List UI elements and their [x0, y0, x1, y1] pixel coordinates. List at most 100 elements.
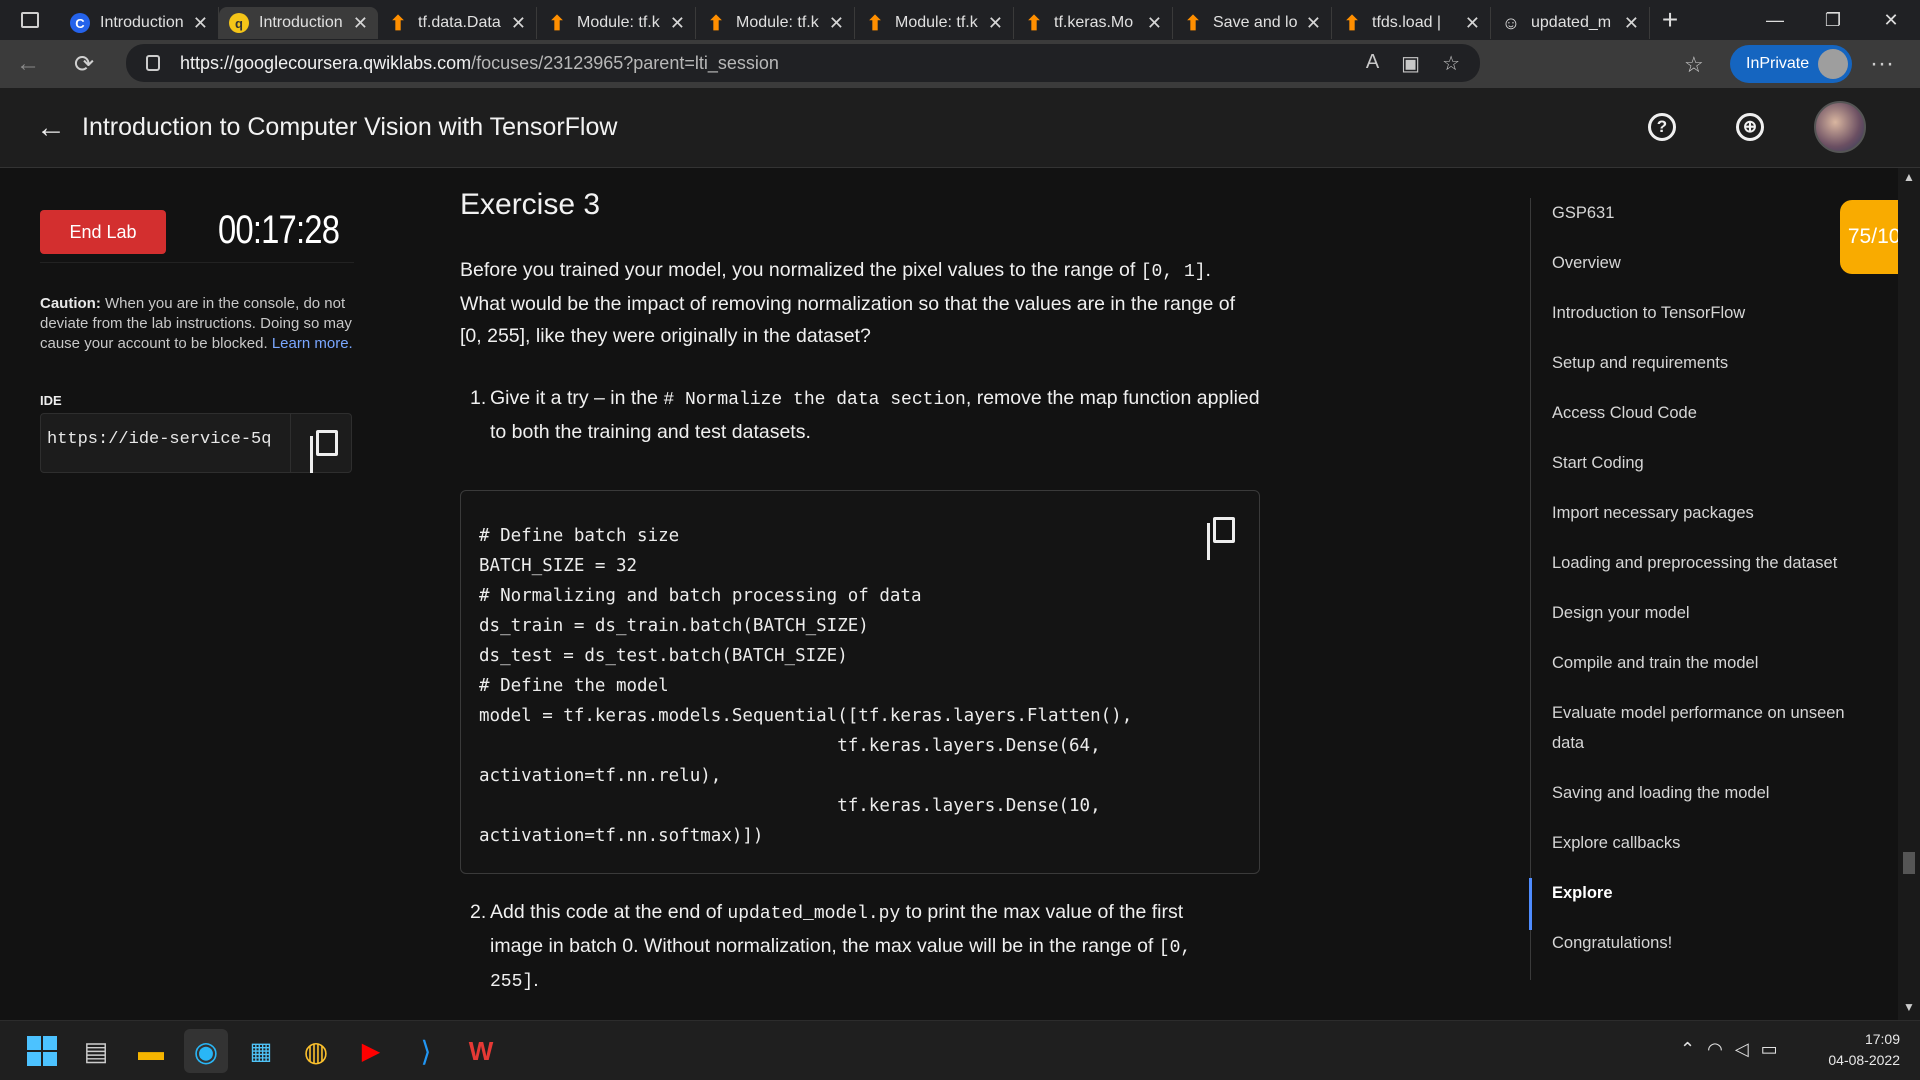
code-text[interactable]: # Define batch size BATCH_SIZE = 32 # No…: [479, 521, 1132, 851]
browser-tab[interactable]: ⬆ tfds.load | ✕: [1332, 7, 1491, 39]
clock[interactable]: 17:09 04-08-2022: [1810, 1029, 1900, 1071]
more-menu-icon[interactable]: ···: [1870, 50, 1894, 78]
close-tab-icon[interactable]: ✕: [670, 13, 685, 34]
page-scrollbar[interactable]: ▲ ▼: [1898, 168, 1920, 1020]
volume-icon[interactable]: ◁: [1735, 1039, 1749, 1060]
scrollbar-thumb[interactable]: [1903, 852, 1915, 874]
learn-more-link[interactable]: Learn more.: [272, 335, 353, 352]
close-tab-icon[interactable]: ✕: [988, 13, 1003, 34]
chevron-up-icon[interactable]: ⌃: [1680, 1039, 1695, 1060]
toc-item[interactable]: Loading and preprocessing the dataset: [1552, 548, 1862, 578]
refresh-icon[interactable]: ⟳: [56, 40, 112, 88]
toc-item[interactable]: Evaluate model performance on unseen dat…: [1552, 698, 1862, 758]
close-tab-icon[interactable]: ✕: [1624, 13, 1639, 34]
section-heading: Exercise 3: [460, 188, 601, 221]
toc-item[interactable]: Compile and train the model: [1552, 648, 1862, 678]
toc-item[interactable]: Access Cloud Code: [1552, 398, 1862, 428]
browser-tab[interactable]: ⬆ Save and lo ✕: [1173, 7, 1332, 39]
close-window-icon[interactable]: ✕: [1862, 0, 1920, 40]
inprivate-button[interactable]: InPrivate: [1730, 45, 1852, 83]
ide-url-field: https://ide-service-5q: [40, 413, 352, 473]
browser-tab[interactable]: C Introduction ✕: [60, 7, 219, 39]
browser-tab[interactable]: ☺ updated_m ✕: [1491, 7, 1650, 39]
browser-tab-active[interactable]: q Introduction ✕: [219, 7, 378, 39]
app-available-icon[interactable]: ▣: [1401, 51, 1420, 76]
tensorflow-icon: ⬆: [548, 12, 566, 35]
ide-label: IDE: [40, 393, 62, 408]
close-tab-icon[interactable]: ✕: [353, 13, 368, 34]
browser-tab[interactable]: ⬆ Module: tf.k ✕: [537, 7, 696, 39]
toc-item[interactable]: Design your model: [1552, 598, 1862, 628]
toc-item[interactable]: Introduction to TensorFlow: [1552, 298, 1862, 328]
toc-item[interactable]: Start Coding: [1552, 448, 1862, 478]
tensorflow-icon: ⬆: [866, 12, 884, 35]
store-icon[interactable]: ▦: [239, 1029, 283, 1073]
start-button[interactable]: [20, 1029, 64, 1073]
toc-item[interactable]: Explore callbacks: [1552, 828, 1862, 858]
edge-icon[interactable]: ◉: [184, 1029, 228, 1073]
close-tab-icon[interactable]: ✕: [1465, 13, 1480, 34]
favorites-icon[interactable]: ☆: [1684, 52, 1704, 78]
browser-tab[interactable]: ⬆ tf.keras.Mo ✕: [1014, 7, 1173, 39]
tab-label: Introduction: [259, 14, 343, 31]
battery-icon[interactable]: ▭: [1761, 1039, 1778, 1060]
copy-code-icon[interactable]: [1207, 517, 1235, 543]
tensorflow-icon: ⬆: [707, 12, 725, 35]
inprivate-label: InPrivate: [1746, 55, 1810, 72]
toc-item[interactable]: Saving and loading the model: [1552, 778, 1862, 808]
vscode-icon[interactable]: ⟩: [404, 1029, 448, 1073]
add-favorite-icon[interactable]: ☆: [1442, 51, 1460, 76]
windows-icon: [27, 1036, 57, 1066]
globe-icon[interactable]: ⊕: [1736, 113, 1764, 141]
browser-tab[interactable]: ⬆ Module: tf.k ✕: [696, 7, 855, 39]
table-of-contents: GSP631 Overview Introduction to TensorFl…: [1552, 198, 1862, 978]
url-field[interactable]: https://googlecoursera.qwiklabs.com/focu…: [126, 44, 1480, 82]
help-icon[interactable]: ?: [1648, 113, 1676, 141]
toc-item[interactable]: Import necessary packages: [1552, 498, 1862, 528]
toc-item-active[interactable]: Explore: [1552, 878, 1862, 908]
close-tab-icon[interactable]: ✕: [193, 13, 208, 34]
close-tab-icon[interactable]: ✕: [511, 13, 526, 34]
file-explorer-icon[interactable]: ▬: [129, 1029, 173, 1073]
taskbar: ▤ ▬ ◉ ▦ ◍ ▶ ⟩ W ⌃ ◠ ◁ ▭ 17:09 04-08-2022: [0, 1020, 1920, 1080]
minimize-icon[interactable]: —: [1746, 0, 1804, 40]
browser-tab[interactable]: ⬆ Module: tf.k ✕: [855, 7, 1014, 39]
tab-actions-icon[interactable]: [0, 0, 60, 40]
end-lab-button[interactable]: End Lab: [40, 210, 166, 254]
url-actions: A ▣ ☆: [1366, 51, 1460, 76]
qwiklabs-icon: q: [229, 13, 249, 33]
toc-item[interactable]: Congratulations!: [1552, 928, 1862, 958]
close-tab-icon[interactable]: ✕: [1147, 13, 1162, 34]
wifi-icon[interactable]: ◠: [1707, 1039, 1723, 1060]
page-title: Introduction to Computer Vision with Ten…: [82, 113, 618, 141]
read-aloud-icon[interactable]: A: [1366, 51, 1379, 76]
back-arrow-icon[interactable]: ←: [0, 40, 56, 88]
copy-ide-url-button[interactable]: [291, 414, 351, 472]
toc-item[interactable]: Setup and requirements: [1552, 348, 1862, 378]
tab-label: Introduction: [100, 14, 184, 31]
tab-label: Module: tf.k: [895, 14, 978, 31]
caution-note: Caution: When you are in the console, do…: [40, 294, 360, 354]
tensorflow-icon: ⬆: [389, 12, 407, 35]
url-text: https://googlecoursera.qwiklabs.com/focu…: [180, 52, 779, 73]
scroll-down-icon[interactable]: ▼: [1898, 1000, 1920, 1018]
avatar[interactable]: [1814, 101, 1866, 153]
toc-item[interactable]: GSP631: [1552, 198, 1862, 228]
toc-item[interactable]: Overview: [1552, 248, 1862, 278]
task-view-icon[interactable]: ▤: [74, 1029, 118, 1073]
scroll-up-icon[interactable]: ▲: [1898, 170, 1920, 188]
wps-office-icon[interactable]: W: [459, 1029, 503, 1073]
new-tab-button[interactable]: +: [1650, 0, 1690, 40]
back-arrow-icon[interactable]: ←: [36, 111, 68, 145]
close-tab-icon[interactable]: ✕: [829, 13, 844, 34]
lock-icon: [146, 55, 160, 71]
chrome-icon[interactable]: ◍: [294, 1029, 338, 1073]
youtube-icon[interactable]: ▶: [349, 1029, 393, 1073]
restore-icon[interactable]: ❐: [1804, 0, 1862, 40]
ide-url-value[interactable]: https://ide-service-5q: [41, 414, 291, 472]
code-block: # Define batch size BATCH_SIZE = 32 # No…: [460, 490, 1260, 874]
browser-tab[interactable]: ⬆ tf.data.Data ✕: [378, 7, 537, 39]
tab-label: Module: tf.k: [736, 14, 819, 31]
divider: [40, 262, 354, 263]
close-tab-icon[interactable]: ✕: [1306, 13, 1321, 34]
